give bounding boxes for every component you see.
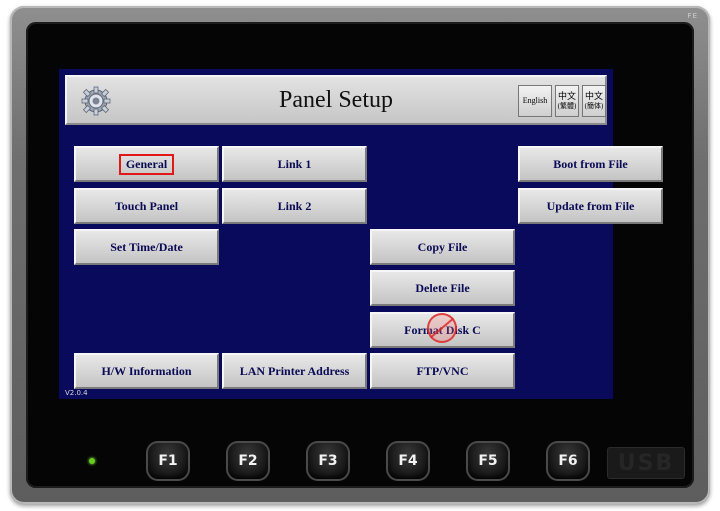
touch-point-icon — [427, 313, 457, 343]
copy-file-button[interactable]: Copy File — [370, 229, 515, 265]
traditional-label-line2: (繁體) — [557, 102, 577, 110]
delete-file-button[interactable]: Delete File — [370, 270, 515, 306]
simplified-label-line2: (簡体) — [584, 102, 604, 110]
update-from-file-label: Update from File — [546, 198, 635, 213]
ftp-vnc-label: FTP/VNC — [416, 363, 469, 378]
touch-screen: Panel Setup English 中文 (繁體) 中文 (簡体) Gene… — [59, 69, 663, 399]
hw-information-label: H/W Information — [101, 363, 192, 378]
brand-mark: FE — [687, 12, 698, 20]
general-label: General — [118, 153, 175, 175]
f5-key[interactable]: F5 — [466, 441, 510, 481]
update-from-file-button[interactable]: Update from File — [518, 188, 663, 224]
f6-key[interactable]: F6 — [546, 441, 590, 481]
link1-button[interactable]: Link 1 — [222, 146, 367, 182]
language-english-label: English — [522, 96, 548, 105]
set-time-date-button[interactable]: Set Time/Date — [74, 229, 219, 265]
firmware-version: V2.0.4 — [65, 389, 88, 397]
f4-key[interactable]: F4 — [386, 441, 430, 481]
f1-key[interactable]: F1 — [146, 441, 190, 481]
touch-panel-label: Touch Panel — [114, 198, 179, 213]
language-traditional-chinese-button[interactable]: 中文 (繁體) — [555, 85, 579, 117]
lan-printer-address-label: LAN Printer Address — [239, 363, 350, 378]
usb-port[interactable]: USB — [607, 447, 685, 479]
language-simplified-chinese-button[interactable]: 中文 (簡体) — [582, 85, 606, 117]
copy-file-label: Copy File — [417, 239, 468, 254]
hw-information-button[interactable]: H/W Information — [74, 353, 219, 389]
delete-file-label: Delete File — [415, 280, 470, 295]
ftp-vnc-button[interactable]: FTP/VNC — [370, 353, 515, 389]
boot-from-file-button[interactable]: Boot from File — [518, 146, 663, 182]
link2-label: Link 2 — [277, 198, 312, 213]
link1-label: Link 1 — [277, 156, 312, 171]
traditional-label-line1: 中文 — [557, 91, 576, 101]
title-bar: Panel Setup English 中文 (繁體) 中文 (簡体) — [65, 75, 607, 125]
f2-key[interactable]: F2 — [226, 441, 270, 481]
set-time-date-label: Set Time/Date — [110, 239, 183, 254]
boot-from-file-label: Boot from File — [553, 156, 628, 171]
f3-key[interactable]: F3 — [306, 441, 350, 481]
power-led-icon — [89, 458, 95, 464]
link2-button[interactable]: Link 2 — [222, 188, 367, 224]
touch-panel-button[interactable]: Touch Panel — [74, 188, 219, 224]
simplified-label-line1: 中文 — [584, 91, 603, 101]
lan-printer-address-button[interactable]: LAN Printer Address — [222, 353, 367, 389]
language-english-button[interactable]: English — [518, 85, 552, 117]
general-button[interactable]: General — [74, 146, 219, 182]
